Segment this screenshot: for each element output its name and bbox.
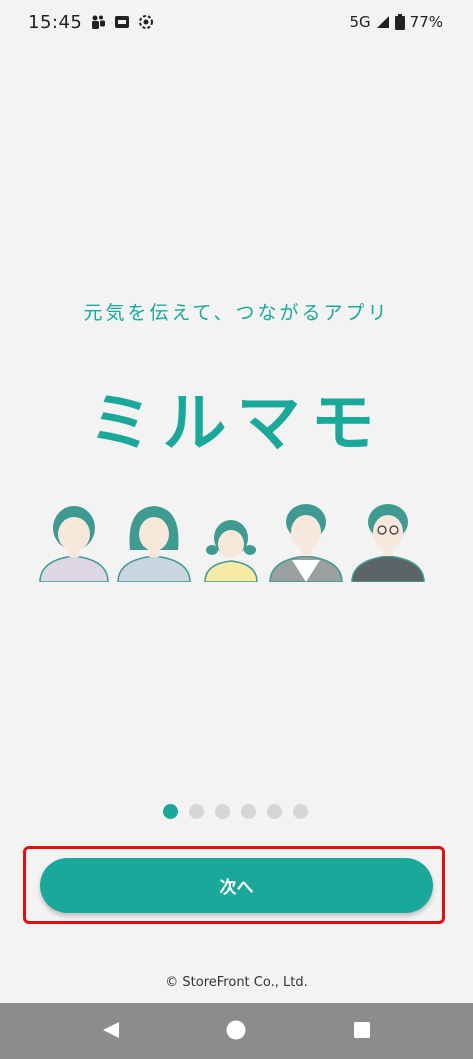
- status-time: 15:45: [28, 12, 83, 33]
- screen-record-icon: [139, 15, 153, 29]
- mother-figure: [117, 506, 191, 582]
- teams-icon: [92, 15, 105, 29]
- status-notification-icons: [90, 14, 154, 30]
- back-icon[interactable]: [100, 1019, 122, 1041]
- tagline: 元気を伝えて、つながるアプリ: [83, 302, 390, 324]
- page-dot-1[interactable]: [163, 804, 178, 819]
- status-right: 5G 77%: [349, 13, 443, 31]
- signal-icon: [376, 16, 389, 28]
- status-bar: 15:45 5G 77%: [0, 0, 473, 48]
- page-dot-4[interactable]: [241, 804, 256, 819]
- app-notification-icon: [115, 16, 129, 28]
- home-icon[interactable]: [225, 1019, 247, 1041]
- child-figure: [204, 520, 258, 582]
- page-dot-5[interactable]: [267, 804, 282, 819]
- recents-icon[interactable]: [351, 1019, 373, 1041]
- battery-icon: [394, 14, 405, 30]
- copyright: © StoreFront Co., Ltd.: [165, 975, 308, 990]
- network-type: 5G: [349, 13, 371, 31]
- grandfather-figure: [351, 504, 425, 582]
- family-illustration: [39, 504, 425, 582]
- father-figure: [269, 504, 343, 582]
- page-dot-2[interactable]: [189, 804, 204, 819]
- page-dot-3[interactable]: [215, 804, 230, 819]
- battery-percent: 77%: [409, 13, 443, 31]
- page-indicator: [163, 804, 308, 819]
- grandmother-figure: [39, 506, 109, 582]
- app-logo: ミルマモ: [88, 387, 385, 461]
- next-button[interactable]: 次へ: [40, 858, 433, 913]
- page-dot-6[interactable]: [293, 804, 308, 819]
- navigation-bar: [0, 1003, 473, 1059]
